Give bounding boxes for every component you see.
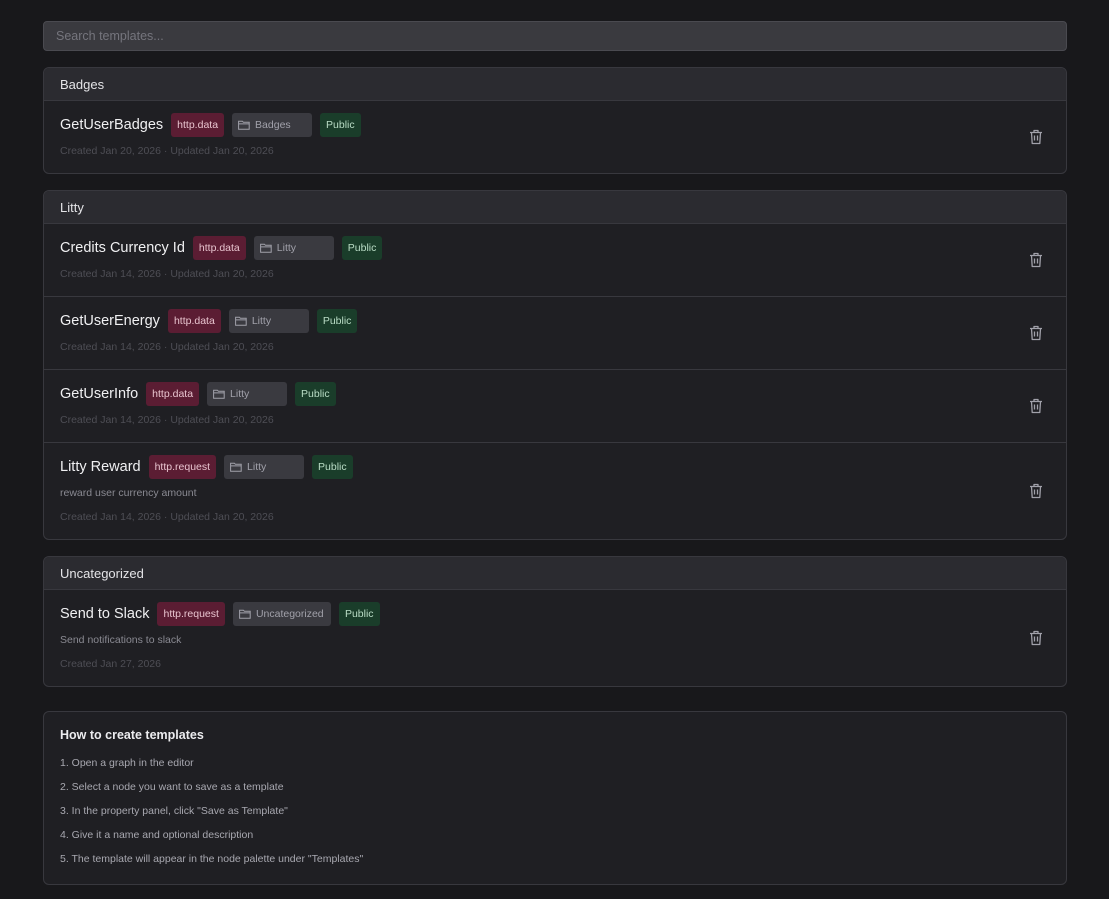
help-step: 1. Open a graph in the editor [60, 757, 194, 769]
folder-badge: Badges [232, 113, 313, 137]
template-group-litty: Litty Credits Currency Id http.data Litt… [43, 190, 1067, 540]
folder-icon [259, 243, 272, 253]
help-panel: How to create templates 1. Open a graph … [43, 711, 1067, 885]
delete-button[interactable] [1028, 251, 1044, 269]
template-group-badges: Badges GetUserBadges http.data Badges Pu… [43, 67, 1067, 174]
template-name: GetUserInfo [60, 386, 139, 402]
visibility-badge: Public [312, 455, 353, 479]
type-badge: http.request [148, 455, 217, 479]
delete-button[interactable] [1028, 324, 1044, 342]
trash-icon [1030, 129, 1042, 145]
folder-icon [213, 389, 225, 399]
trash-icon [1030, 325, 1042, 341]
visibility-badge: Public [341, 236, 383, 260]
template-dates: Created Jan 14, 2026 · Updated Jan 20, 2… [60, 341, 274, 353]
delete-button[interactable] [1028, 397, 1044, 415]
template-name: Litty Reward [60, 459, 141, 475]
group-header: Badges [44, 68, 1066, 101]
folder-label: Litty [230, 388, 250, 400]
template-item[interactable]: GetUserBadges http.data Badges Public Cr… [44, 101, 1066, 173]
trash-icon [1030, 398, 1042, 414]
template-group-uncategorized: Uncategorized Send to Slack http.request… [43, 556, 1067, 687]
template-name: Credits Currency Id [60, 240, 185, 256]
delete-button[interactable] [1028, 128, 1044, 146]
template-dates: Created Jan 20, 2026 · Updated Jan 20, 2… [60, 145, 274, 157]
visibility-badge: Public [320, 113, 361, 137]
folder-label: Uncategorized [255, 608, 324, 620]
template-dates: Created Jan 14, 2026 · Updated Jan 20, 2… [60, 414, 274, 426]
template-item[interactable]: Credits Currency Id http.data Litty Publ… [44, 224, 1066, 297]
trash-icon [1030, 630, 1042, 646]
template-item[interactable]: GetUserEnergy http.data Litty Public Cre… [44, 297, 1066, 370]
template-name: GetUserBadges [60, 117, 164, 133]
help-title: How to create templates [60, 728, 204, 742]
folder-badge: Litty [253, 236, 334, 260]
help-step: 5. The template will appear in the node … [60, 853, 364, 865]
template-dates: Created Jan 14, 2026 · Updated Jan 20, 2… [60, 268, 274, 280]
group-header: Uncategorized [44, 557, 1066, 590]
search-input[interactable] [43, 21, 1067, 51]
template-item[interactable]: Litty Reward http.request Litty Public r… [44, 443, 1066, 539]
folder-icon [239, 609, 251, 619]
type-badge: http.request [157, 602, 225, 626]
template-dates: Created Jan 14, 2026 · Updated Jan 20, 2… [60, 511, 274, 523]
help-step: 3. In the property panel, click "Save as… [60, 805, 288, 817]
template-dates: Created Jan 27, 2026 [60, 658, 161, 670]
visibility-badge: Public [338, 602, 380, 626]
folder-label: Litty [251, 315, 272, 327]
template-item[interactable]: GetUserInfo http.data Litty Public Creat… [44, 370, 1066, 443]
template-description: reward user currency amount [60, 487, 197, 499]
folder-label: Badges [255, 119, 291, 131]
folder-badge: Uncategorized [232, 602, 331, 626]
template-name: GetUserEnergy [60, 313, 160, 329]
type-badge: http.data [167, 309, 221, 333]
folder-label: Litty [276, 242, 297, 254]
folder-icon [234, 316, 247, 326]
folder-badge: Litty [228, 309, 309, 333]
type-badge: http.data [192, 236, 246, 260]
folder-icon [230, 462, 242, 472]
delete-button[interactable] [1028, 629, 1044, 647]
folder-badge: Litty [207, 382, 288, 406]
visibility-badge: Public [316, 309, 358, 333]
help-step: 4. Give it a name and optional descripti… [60, 829, 254, 841]
group-header: Litty [44, 191, 1066, 224]
folder-badge: Litty [224, 455, 305, 479]
template-item[interactable]: Send to Slack http.request Uncategorized… [44, 590, 1066, 686]
trash-icon [1030, 252, 1042, 268]
type-badge: http.data [171, 113, 225, 137]
delete-button[interactable] [1028, 482, 1044, 500]
trash-icon [1030, 483, 1042, 499]
template-description: Send notifications to slack [60, 634, 182, 646]
folder-label: Litty [247, 461, 267, 473]
template-name: Send to Slack [60, 606, 150, 622]
type-badge: http.data [146, 382, 200, 406]
visibility-badge: Public [295, 382, 336, 406]
folder-icon [238, 120, 250, 130]
help-step: 2. Select a node you want to save as a t… [60, 781, 284, 793]
